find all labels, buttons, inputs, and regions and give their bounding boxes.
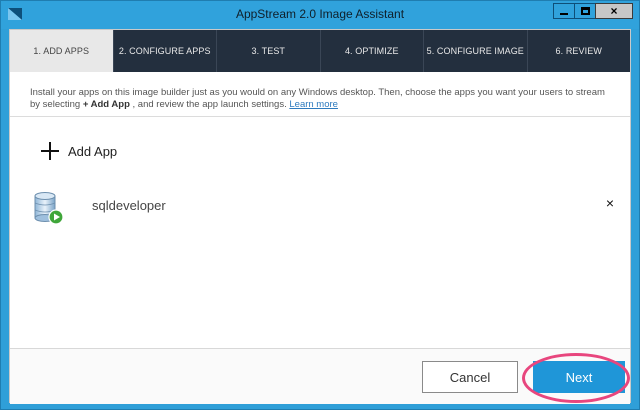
app-window: AppStream 2.0 Image Assistant × 1. ADD A… xyxy=(0,0,640,410)
wizard-steps: 1. ADD APPS 2. CONFIGURE APPS 3. TEST 4.… xyxy=(10,30,631,80)
wizard-panel: 1. ADD APPS 2. CONFIGURE APPS 3. TEST 4.… xyxy=(9,29,631,404)
next-button[interactable]: Next xyxy=(533,361,625,393)
maximize-button[interactable] xyxy=(574,3,596,19)
app-name: sqldeveloper xyxy=(92,198,166,213)
intro-text: Install your apps on this image builder … xyxy=(10,72,630,117)
minimize-icon xyxy=(560,13,568,15)
list-item[interactable]: sqldeveloper × xyxy=(32,190,617,226)
window-controls: × xyxy=(553,3,633,19)
cancel-button[interactable]: Cancel xyxy=(422,361,518,393)
tab-review[interactable]: 6. REVIEW xyxy=(528,30,631,72)
window-title: AppStream 2.0 Image Assistant xyxy=(235,7,405,21)
minimize-button[interactable] xyxy=(553,3,575,19)
intro-emphasis: + Add App xyxy=(82,99,130,110)
tab-test[interactable]: 3. TEST xyxy=(217,30,321,72)
learn-more-link[interactable]: Learn more xyxy=(289,99,338,110)
plus-icon xyxy=(40,141,60,161)
tab-configure-image[interactable]: 5. CONFIGURE IMAGE xyxy=(424,30,528,72)
wizard-footer: Cancel Next xyxy=(10,348,630,404)
add-app-button[interactable]: Add App xyxy=(40,140,117,162)
tab-configure-apps[interactable]: 2. CONFIGURE APPS xyxy=(114,30,217,72)
tab-optimize[interactable]: 4. OPTIMIZE xyxy=(321,30,424,72)
intro-text-after: , and review the app launch settings. xyxy=(129,99,290,110)
close-window-button[interactable]: × xyxy=(595,3,633,19)
tab-add-apps[interactable]: 1. ADD APPS xyxy=(10,30,114,80)
add-app-label: Add App xyxy=(68,143,118,159)
maximize-icon xyxy=(580,7,590,15)
close-icon: × xyxy=(610,4,618,18)
database-play-icon xyxy=(34,192,64,225)
title-bar[interactable]: AppStream 2.0 Image Assistant × xyxy=(1,1,639,29)
close-icon[interactable]: × xyxy=(603,196,617,210)
